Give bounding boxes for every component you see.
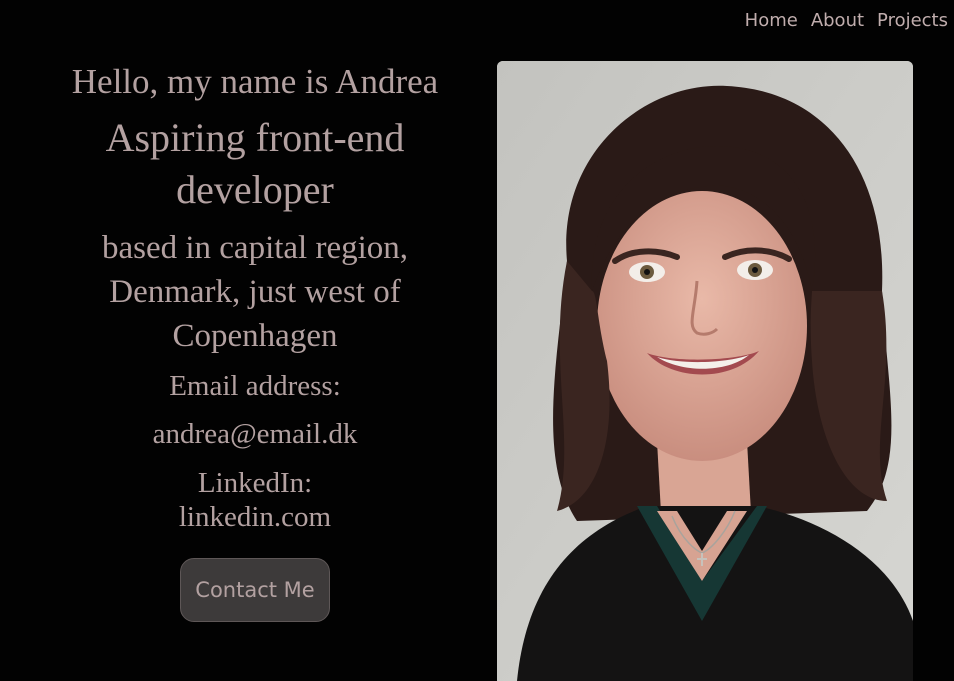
nav-link-home[interactable]: Home [745, 8, 798, 34]
nav-link-projects[interactable]: Projects [877, 8, 948, 34]
nav-link-about[interactable]: About [811, 8, 864, 34]
greeting-heading: Hello, my name is Andrea [71, 62, 439, 101]
location-text: based in capital region, Denmark, just w… [101, 230, 409, 354]
email-label: Email address: [169, 370, 341, 402]
top-nav: Home About Projects [745, 8, 948, 34]
role-heading: Aspiring front-end developer [105, 115, 405, 212]
portrait-illustration [497, 61, 913, 681]
linkedin-link[interactable]: linkedin.com [40, 500, 470, 534]
contact-me-button[interactable]: Contact Me [180, 558, 330, 622]
intro-section: Hello, my name is Andrea Aspiring front-… [40, 60, 470, 622]
linkedin-label: LinkedIn: [197, 467, 313, 499]
profile-photo [497, 61, 913, 681]
email-link[interactable]: andrea@email.dk [40, 416, 470, 452]
